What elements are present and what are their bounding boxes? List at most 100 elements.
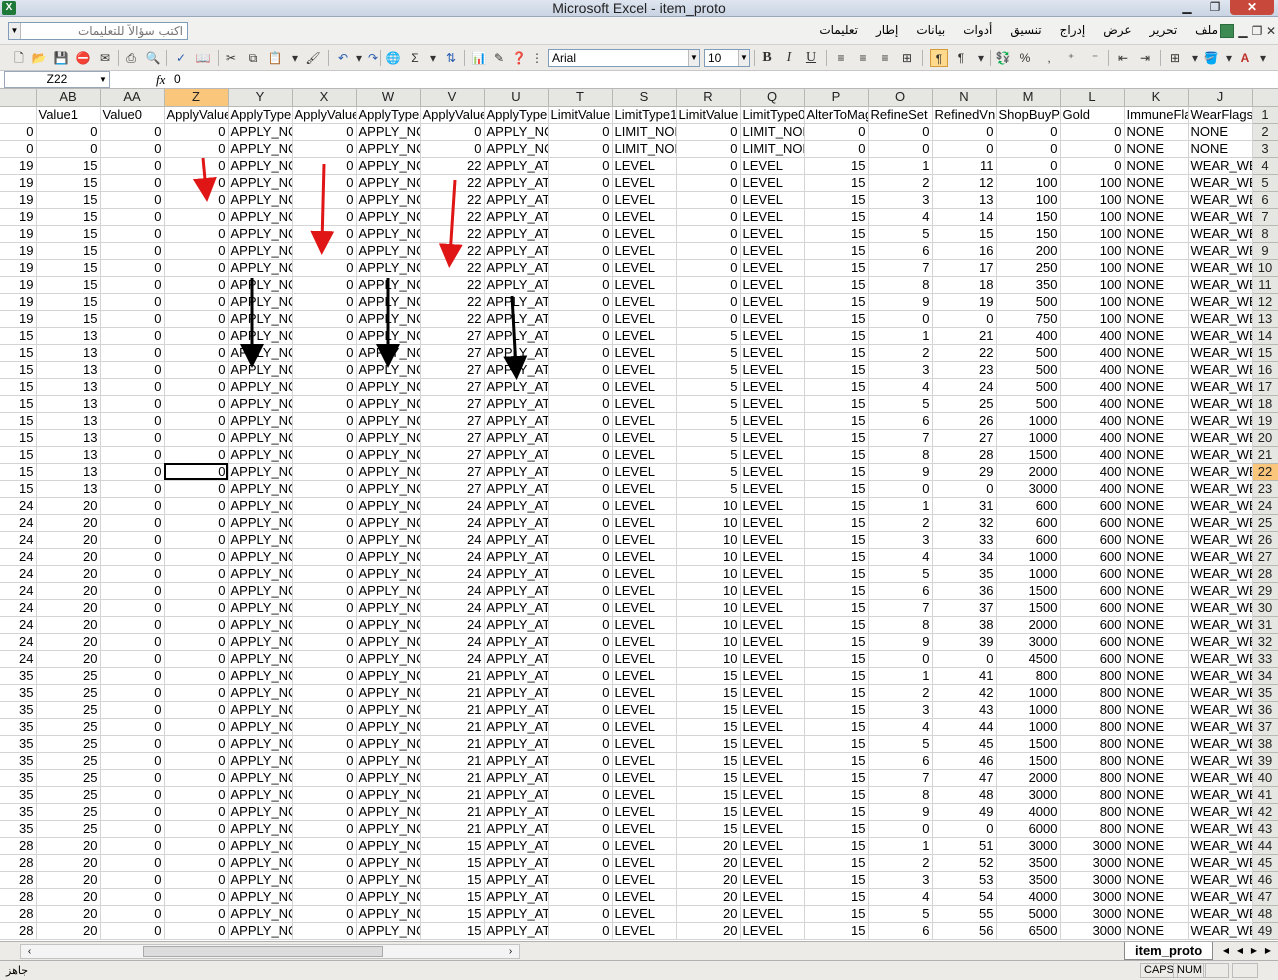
cell[interactable]: 8 xyxy=(868,276,933,294)
cell[interactable]: WEAR_WEAPON xyxy=(1188,395,1253,413)
cell[interactable]: APPLY_ATT xyxy=(484,378,549,396)
cell[interactable]: 0 xyxy=(676,140,741,158)
cell[interactable]: 5 xyxy=(868,565,933,583)
cell[interactable]: APPLY_NONE xyxy=(356,582,421,600)
cell[interactable]: 21 xyxy=(420,718,485,736)
row-header[interactable]: 28 xyxy=(1252,565,1278,583)
cell[interactable]: 21 xyxy=(932,327,997,345)
cell[interactable]: LEVEL xyxy=(612,888,677,906)
cell[interactable]: 800 xyxy=(1060,701,1125,719)
cell[interactable]: 9 xyxy=(868,463,933,481)
cell[interactable]: 24 xyxy=(0,650,37,668)
cell[interactable]: 28 xyxy=(0,871,37,889)
cell[interactable]: LEVEL xyxy=(740,531,805,549)
cell[interactable]: NONE xyxy=(1124,667,1189,685)
cell[interactable]: 0 xyxy=(548,667,613,685)
cell[interactable]: APPLY_NONE xyxy=(228,582,293,600)
cell[interactable]: 0 xyxy=(292,412,357,430)
cell[interactable]: APPLY_NONE xyxy=(228,361,293,379)
cell[interactable]: 0 xyxy=(548,599,613,617)
cell[interactable]: 4 xyxy=(868,548,933,566)
select-all-corner[interactable] xyxy=(1252,89,1278,107)
cell[interactable]: 0 xyxy=(100,718,165,736)
cell[interactable]: 15 xyxy=(804,888,869,906)
cell[interactable]: 400 xyxy=(1060,446,1125,464)
row-header[interactable]: 22 xyxy=(1252,463,1278,481)
cell[interactable]: 0 xyxy=(292,463,357,481)
cell[interactable]: 15 xyxy=(804,803,869,821)
cell[interactable]: APPLY_NONE xyxy=(228,225,293,243)
cell[interactable]: 0 xyxy=(164,174,229,192)
cell[interactable]: 0 xyxy=(100,616,165,634)
cell[interactable]: WEAR_WEAPON xyxy=(1188,446,1253,464)
cell[interactable]: 24 xyxy=(0,531,37,549)
cell[interactable]: 0 xyxy=(420,140,485,158)
cell[interactable]: 1000 xyxy=(996,565,1061,583)
cell[interactable]: 15 xyxy=(0,378,37,396)
cell[interactable]: LIMIT_NONE xyxy=(612,140,677,158)
cell[interactable]: LEVEL xyxy=(740,395,805,413)
cell[interactable]: 5 xyxy=(676,429,741,447)
cell[interactable]: 0 xyxy=(996,157,1061,175)
cell[interactable]: APPLY_ATT xyxy=(484,769,549,787)
cell[interactable]: APPLY_ATT xyxy=(484,344,549,362)
cell[interactable]: 0 xyxy=(1060,123,1125,141)
cell[interactable]: APPLY_ATT xyxy=(484,463,549,481)
cell[interactable]: 0 xyxy=(164,123,229,141)
cell[interactable]: NONE xyxy=(1124,888,1189,906)
cell[interactable]: 0 xyxy=(548,718,613,736)
cell[interactable]: 9 xyxy=(868,633,933,651)
cell[interactable]: 0 xyxy=(164,701,229,719)
cell[interactable]: 24 xyxy=(420,548,485,566)
cell[interactable]: LEVEL xyxy=(740,786,805,804)
cell[interactable]: 15 xyxy=(676,786,741,804)
cell[interactable]: 20 xyxy=(36,565,101,583)
cell[interactable]: LEVEL xyxy=(740,905,805,923)
cell[interactable]: APPLY_NONE xyxy=(356,344,421,362)
cell[interactable]: APPLY_ATT xyxy=(484,871,549,889)
cell[interactable]: WEAR_WEAPON xyxy=(1188,497,1253,515)
header-cell[interactable]: ImmuneFlag xyxy=(1124,106,1189,124)
tab-nav-next-icon[interactable]: ◀ xyxy=(1234,945,1246,957)
cell[interactable]: 100 xyxy=(996,191,1061,209)
cell[interactable]: 0 xyxy=(164,242,229,260)
cell[interactable]: 22 xyxy=(420,242,485,260)
cell[interactable]: 0 xyxy=(100,531,165,549)
cell[interactable]: LEVEL xyxy=(740,259,805,277)
menu-insert[interactable]: إدراج xyxy=(1060,23,1086,37)
cell[interactable]: 0 xyxy=(164,429,229,447)
cell[interactable]: APPLY_ATT xyxy=(484,157,549,175)
row-header[interactable]: 25 xyxy=(1252,514,1278,532)
column-header[interactable]: L xyxy=(1060,89,1125,107)
menu-format[interactable]: تنسيق xyxy=(1010,23,1041,37)
cell[interactable]: APPLY_NONE xyxy=(228,650,293,668)
cell[interactable]: 0 xyxy=(100,276,165,294)
cell[interactable]: 400 xyxy=(1060,412,1125,430)
cell[interactable]: APPLY_NONE xyxy=(228,174,293,192)
cell[interactable]: NONE xyxy=(1124,140,1189,158)
cell[interactable]: 0 xyxy=(932,123,997,141)
cell[interactable]: 15 xyxy=(804,769,869,787)
cell[interactable]: 15 xyxy=(804,242,869,260)
cell[interactable]: 100 xyxy=(1060,276,1125,294)
cell[interactable]: LEVEL xyxy=(740,565,805,583)
cell[interactable]: 27 xyxy=(420,463,485,481)
cell[interactable]: 5 xyxy=(676,395,741,413)
cell[interactable]: 20 xyxy=(676,905,741,923)
cell[interactable]: 1500 xyxy=(996,599,1061,617)
sort-ascending-icon[interactable]: ⇅ xyxy=(442,49,460,67)
cell[interactable]: 34 xyxy=(932,548,997,566)
cell[interactable]: 19 xyxy=(932,293,997,311)
cell[interactable]: 24 xyxy=(0,514,37,532)
cell[interactable]: 15 xyxy=(0,327,37,345)
cell[interactable]: NONE xyxy=(1124,820,1189,838)
cell[interactable]: 0 xyxy=(100,752,165,770)
header-cell[interactable]: LimitType0 xyxy=(740,106,805,124)
cell[interactable]: 15 xyxy=(804,701,869,719)
cell[interactable]: 0 xyxy=(548,412,613,430)
formula-input[interactable]: 0 xyxy=(174,72,181,86)
cell[interactable]: APPLY_NONE xyxy=(356,140,421,158)
cell[interactable]: NONE xyxy=(1124,531,1189,549)
cell[interactable]: APPLY_NONE xyxy=(228,905,293,923)
row-header[interactable]: 1 xyxy=(1252,106,1278,124)
